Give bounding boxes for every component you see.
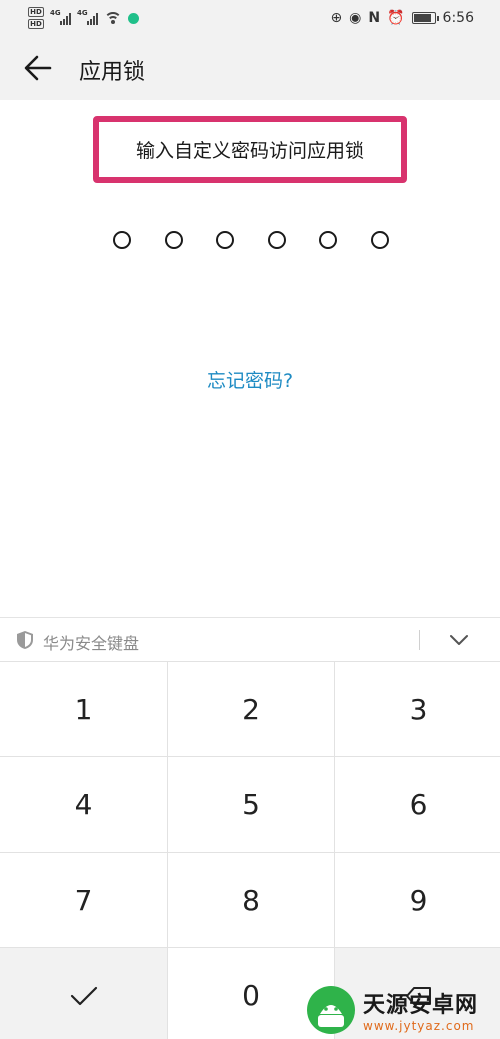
back-button[interactable] — [20, 50, 56, 86]
app-notification-icon — [128, 12, 139, 24]
network-type-label: 4G — [50, 9, 61, 17]
key-3[interactable]: 3 — [335, 662, 500, 756]
status-right: ⊕ ◉ N ⏰ 6:56 — [330, 6, 474, 30]
checkmark-icon — [70, 986, 97, 1005]
android-logo-icon — [305, 984, 357, 1036]
hd-indicators: HD HD — [28, 7, 44, 29]
pin-dot — [216, 231, 235, 249]
network-type-label: 4G — [77, 9, 88, 17]
confirm-key[interactable] — [0, 948, 167, 1039]
signal-2-icon: 4G — [77, 9, 98, 25]
collapse-keyboard-button[interactable] — [446, 628, 472, 652]
pin-dot — [267, 231, 286, 249]
chevron-down-icon — [450, 635, 468, 645]
key-6[interactable]: 6 — [335, 757, 500, 852]
pin-indicator — [113, 231, 389, 249]
signal-1-icon: 4G — [50, 9, 71, 25]
key-9[interactable]: 9 — [335, 853, 500, 947]
wifi-icon — [104, 11, 122, 25]
battery-fill — [413, 14, 432, 22]
alarm-icon: ⏰ — [387, 10, 405, 26]
nfc-icon: N — [368, 10, 381, 26]
clock: 6:56 — [442, 10, 474, 26]
pin-dot — [370, 231, 389, 249]
watermark: 天源安卓网 www.jytyaz.com — [305, 980, 500, 1039]
shield-icon — [17, 631, 33, 649]
pin-dot — [164, 231, 183, 249]
prompt-text: 输入自定义密码访问应用锁 — [135, 140, 364, 162]
data-saver-icon: ⊕ — [330, 10, 343, 26]
key-1[interactable]: 1 — [0, 662, 167, 756]
key-5[interactable]: 5 — [168, 757, 334, 852]
hd-icon: HD — [28, 19, 44, 29]
keyboard-label: 华为安全键盘 — [43, 634, 140, 653]
key-2[interactable]: 2 — [168, 662, 334, 756]
hd-icon: HD — [28, 7, 44, 17]
pin-dot — [319, 231, 338, 249]
app-header: 应用锁 — [0, 36, 500, 100]
status-bar: HD HD 4G 4G ⊕ ◉ N ⏰ 6:56 — [0, 0, 500, 36]
battery-icon — [411, 12, 439, 24]
key-4[interactable]: 4 — [0, 757, 167, 852]
watermark-title: 天源安卓网 — [363, 992, 479, 1018]
watermark-url: www.jytyaz.com — [363, 1018, 475, 1033]
arrow-left-icon — [24, 55, 52, 81]
forgot-password-link[interactable]: 忘记密码? — [0, 366, 500, 393]
prompt-highlight-box: 输入自定义密码访问应用锁 — [93, 116, 407, 183]
eye-comfort-icon: ◉ — [349, 10, 362, 26]
watermark-text: 天源安卓网 www.jytyaz.com — [363, 987, 478, 1033]
key-8[interactable]: 8 — [168, 853, 334, 947]
keyboard-toolbar: 华为安全键盘 — [0, 617, 500, 661]
key-7[interactable]: 7 — [0, 853, 167, 947]
pin-dot — [113, 231, 131, 249]
divider — [419, 630, 420, 650]
page-title: 应用锁 — [79, 60, 146, 85]
status-left: HD HD 4G 4G — [28, 4, 139, 32]
